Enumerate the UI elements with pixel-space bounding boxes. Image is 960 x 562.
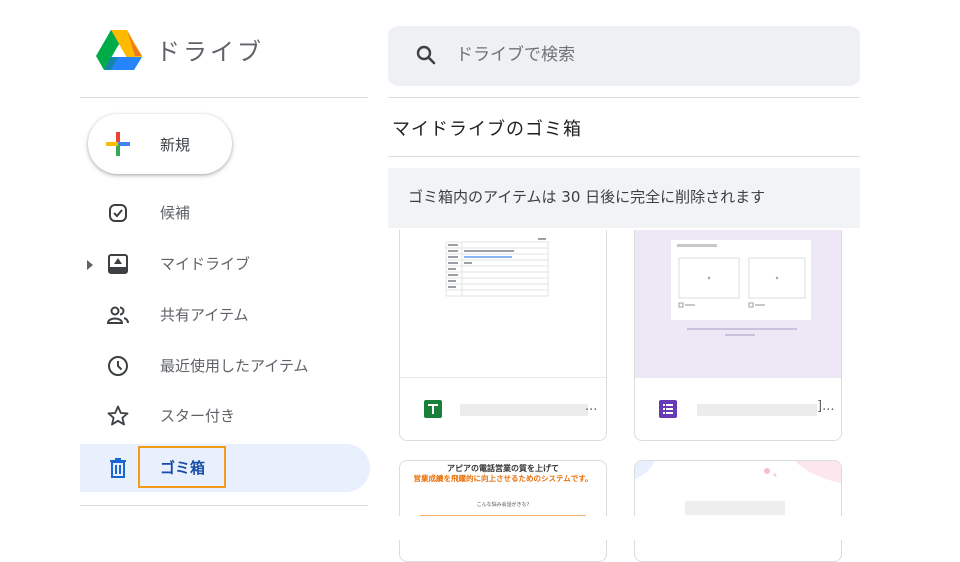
file-thumbnail <box>635 461 841 515</box>
file-preview-line: 営業成績を飛躍的に向上させるためのシステムです。 <box>413 474 593 483</box>
file-card[interactable]: ]... <box>634 230 842 441</box>
google-drive-logo[interactable] <box>96 30 142 72</box>
sidebar-item-recent[interactable]: 最近使用したアイテム <box>80 342 370 390</box>
sidebar-item-starred[interactable]: スター付き <box>80 392 370 440</box>
sidebar-item-label: 共有アイテム <box>160 306 249 324</box>
people-icon <box>106 306 129 324</box>
file-card[interactable]: アピアの電話営業の質を上げて 営業成績を飛躍的に向上させるためのシステムです。 … <box>399 460 607 562</box>
file-preview-line: こんな悩み会話がきな? <box>476 502 530 508</box>
clock-icon <box>108 356 128 376</box>
sidebar-item-suggested[interactable]: 候補 <box>80 189 370 237</box>
sidebar-divider-top <box>80 97 368 98</box>
plus-icon <box>106 132 130 156</box>
sidebar-item-label: マイドライブ <box>160 255 251 273</box>
file-name-suffix: ]... <box>817 399 835 414</box>
app-title: ドライブ <box>156 38 264 66</box>
sidebar-divider-bottom <box>80 505 368 506</box>
star-icon <box>107 405 129 426</box>
search-icon[interactable] <box>414 43 438 67</box>
file-name-placeholder <box>460 404 588 416</box>
sidebar-item-my-drive[interactable]: マイドライブ <box>80 240 370 288</box>
drive-folder-icon <box>108 254 128 274</box>
file-card[interactable] <box>634 460 842 562</box>
page-title: マイドライブのゴミ箱 <box>392 119 582 140</box>
file-card[interactable]: ... <box>399 230 607 441</box>
file-card-footer: ... <box>400 377 606 440</box>
file-card-footer: ]... <box>635 377 841 440</box>
search-input[interactable] <box>456 38 836 72</box>
file-name-suffix: ... <box>585 399 598 414</box>
header-divider <box>388 97 860 98</box>
sidebar-item-label: スター付き <box>160 407 236 425</box>
sidebar-item-trash[interactable]: ゴミ箱 <box>80 444 370 492</box>
new-button-label: 新規 <box>160 136 191 154</box>
sidebar-item-shared[interactable]: 共有アイテム <box>80 291 370 339</box>
title-divider <box>388 156 860 157</box>
sidebar-item-label: 最近使用したアイテム <box>160 357 309 375</box>
trash-info-text: ゴミ箱内のアイテムは 30 日後に完全に削除されます <box>408 188 766 206</box>
trash-icon <box>110 458 126 478</box>
forms-icon <box>659 400 677 418</box>
check-circle-icon <box>109 204 127 222</box>
sidebar-item-label: ゴミ箱 <box>160 459 206 477</box>
file-thumbnail <box>445 238 549 297</box>
file-name-placeholder <box>697 404 817 416</box>
sheets-icon <box>424 400 442 418</box>
file-thumbnail <box>635 230 841 378</box>
sidebar-item-label: 候補 <box>160 204 191 222</box>
viewport-bottom-edge <box>380 516 880 540</box>
